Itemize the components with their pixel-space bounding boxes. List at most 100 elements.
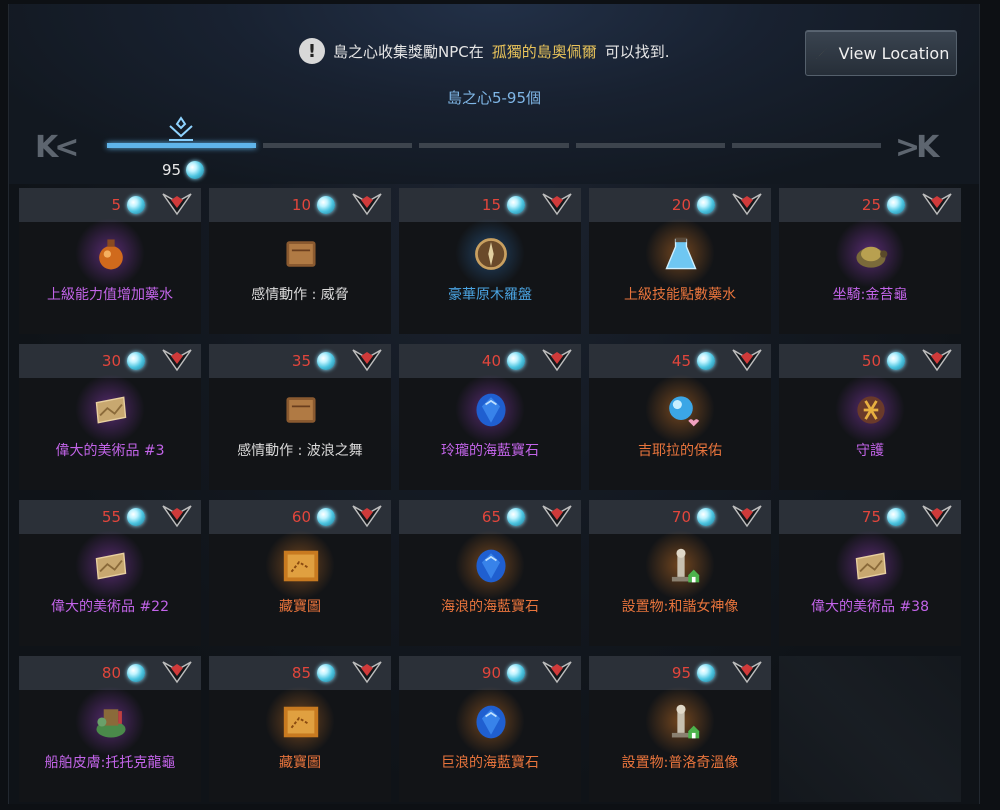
notice-location: 孤獨的島奧佩爾 [491, 42, 597, 61]
reward-card-body: 偉大的美術品 #3 [19, 374, 201, 490]
reward-card-body: 巨浪的海藍寶石 [399, 686, 581, 802]
blessing-orb-icon[interactable] [659, 388, 703, 432]
island-heart-orb-icon [317, 508, 335, 526]
last-page-button[interactable]: >K [895, 130, 939, 165]
claim-status-badge-icon [341, 346, 383, 376]
island-heart-orb-icon [317, 352, 335, 370]
aquamarine-gem-icon[interactable] [469, 388, 513, 432]
reward-card-header: 35 [209, 344, 391, 378]
aquamarine-gem-icon[interactable] [469, 544, 513, 588]
reward-card-body: 豪華原木羅盤 [399, 218, 581, 334]
view-location-button[interactable]: View Location [805, 30, 957, 76]
first-page-button[interactable]: K< [35, 130, 79, 165]
reward-card[interactable]: 90 巨浪的海藍寶石 [399, 656, 581, 802]
required-count: 60 [291, 508, 311, 526]
reward-name: 巨浪的海藍寶石 [441, 755, 539, 771]
reward-card-body: 設置物:普洛奇溫像 [589, 686, 771, 802]
reward-card[interactable]: 25 坐騎:金苔龜 [779, 188, 961, 334]
statue-icon[interactable] [659, 544, 703, 588]
island-heart-orb-icon [697, 196, 715, 214]
reward-card-header: 10 [209, 188, 391, 222]
reward-card[interactable]: 35 感情動作 : 波浪之舞 [209, 344, 391, 490]
island-heart-orb-icon [127, 508, 145, 526]
claim-status-badge-icon [721, 346, 763, 376]
potion-bottle-icon[interactable] [89, 232, 133, 276]
reward-card[interactable]: 40 玲瓏的海藍寶石 [399, 344, 581, 490]
reward-card[interactable]: 85 藏寶圖 [209, 656, 391, 802]
required-count: 5 [111, 196, 121, 214]
reward-card-body: 船舶皮膚:托托克龍龜 [19, 686, 201, 802]
aquamarine-gem-icon[interactable] [469, 700, 513, 744]
reward-card[interactable]: 30 偉大的美術品 #3 [19, 344, 201, 490]
claim-status-badge-icon [151, 190, 193, 220]
reward-name: 設置物:普洛奇溫像 [621, 755, 739, 771]
reward-card-header: 25 [779, 188, 961, 222]
claim-status-badge-icon [911, 346, 953, 376]
flask-icon[interactable] [659, 232, 703, 276]
compass-icon[interactable] [469, 232, 513, 276]
painting-icon[interactable] [89, 388, 133, 432]
reward-card-header: 20 [589, 188, 771, 222]
reward-card[interactable]: 20 上級技能點數藥水 [589, 188, 771, 334]
reward-card-header: 80 [19, 656, 201, 690]
reward-grid: 5 上級能力值增加藥水 10 感情動作 : 威脅 15 豪華原木羅盤 20 上級技能點數藥水 2… [19, 188, 969, 802]
reward-card[interactable]: 75 偉大的美術品 #38 [779, 500, 961, 646]
reward-card[interactable]: 70 設置物:和諧女神像 [589, 500, 771, 646]
required-count: 10 [291, 196, 311, 214]
statue-icon[interactable] [659, 700, 703, 744]
reward-card-body: 海浪的海藍寶石 [399, 530, 581, 646]
reward-card-body: 藏寶圖 [209, 686, 391, 802]
reward-name: 感情動作 : 威脅 [251, 287, 349, 303]
reward-card-header: 55 [19, 500, 201, 534]
reward-card-header: 95 [589, 656, 771, 690]
treasure-map-icon[interactable] [279, 544, 323, 588]
reward-card[interactable]: 10 感情動作 : 威脅 [209, 188, 391, 334]
painting-icon[interactable] [849, 544, 893, 588]
reward-card[interactable]: 65 海浪的海藍寶石 [399, 500, 581, 646]
reward-card[interactable]: 95 設置物:普洛奇溫像 [589, 656, 771, 802]
reward-name: 藏寶圖 [279, 599, 321, 615]
reward-card-body: 偉大的美術品 #22 [19, 530, 201, 646]
compass-needle-icon [815, 46, 828, 60]
required-count: 40 [481, 352, 501, 370]
turtle-mount-icon[interactable] [849, 232, 893, 276]
reward-card[interactable]: 60 藏寶圖 [209, 500, 391, 646]
reward-card-header: 65 [399, 500, 581, 534]
rune-icon[interactable] [849, 388, 893, 432]
reward-card-header: 5 [19, 188, 201, 222]
required-count: 35 [291, 352, 311, 370]
reward-name: 藏寶圖 [279, 755, 321, 771]
reward-card-body: 藏寶圖 [209, 530, 391, 646]
reward-card-body: 上級能力值增加藥水 [19, 218, 201, 334]
claim-status-badge-icon [531, 658, 573, 688]
claim-status-badge-icon [151, 502, 193, 532]
reward-card-body: 吉耶拉的保佑 [589, 374, 771, 490]
reward-card[interactable]: 50 守護 [779, 344, 961, 490]
reward-card-header: 75 [779, 500, 961, 534]
treasure-map-icon[interactable] [279, 700, 323, 744]
reward-card[interactable]: 15 豪華原木羅盤 [399, 188, 581, 334]
island-heart-orb-icon [507, 664, 525, 682]
required-count: 15 [481, 196, 501, 214]
book-icon[interactable] [279, 232, 323, 276]
exclamation-icon: ! [299, 38, 325, 64]
reward-name: 坐騎:金苔龜 [832, 287, 908, 303]
reward-card[interactable]: 55 偉大的美術品 #22 [19, 500, 201, 646]
ship-skin-icon[interactable] [89, 700, 133, 744]
progress-segment [419, 143, 569, 148]
reward-name: 吉耶拉的保佑 [638, 443, 722, 459]
claim-status-badge-icon [151, 346, 193, 376]
notice-text-before: 島之心收集獎勵NPC在 [333, 42, 484, 61]
reward-card-body: 坐騎:金苔龜 [779, 218, 961, 334]
book-icon[interactable] [279, 388, 323, 432]
reward-card-header: 30 [19, 344, 201, 378]
required-count: 50 [861, 352, 881, 370]
required-count: 90 [481, 664, 501, 682]
island-heart-orb-icon [887, 352, 905, 370]
reward-card[interactable]: 80 船舶皮膚:托托克龍龜 [19, 656, 201, 802]
reward-card[interactable]: 45 吉耶拉的保佑 [589, 344, 771, 490]
reward-card-body: 感情動作 : 威脅 [209, 218, 391, 334]
painting-icon[interactable] [89, 544, 133, 588]
progress-segment [263, 143, 413, 148]
reward-card[interactable]: 5 上級能力值增加藥水 [19, 188, 201, 334]
